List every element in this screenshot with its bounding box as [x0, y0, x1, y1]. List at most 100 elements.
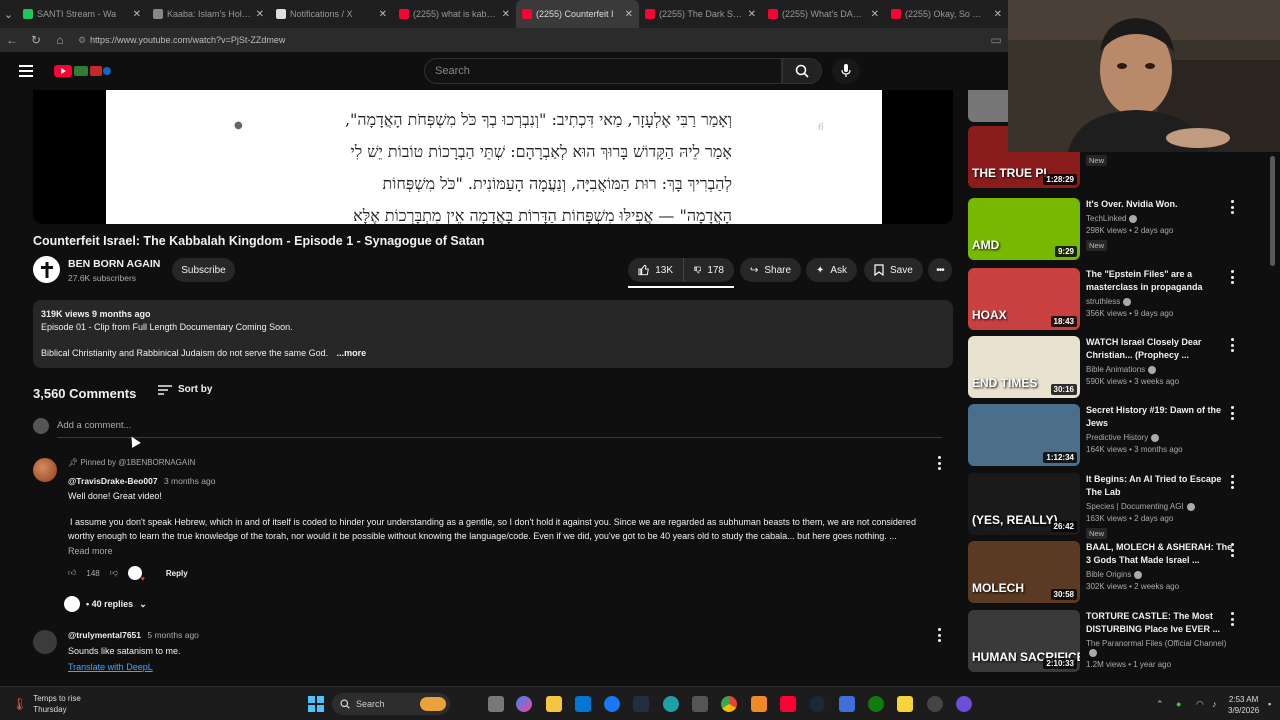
facebook-icon[interactable] — [604, 696, 620, 712]
read-more-link[interactable]: Read more — [68, 546, 113, 556]
video-thumbnail[interactable]: MOLECH 30:58 — [968, 541, 1080, 603]
video-title[interactable]: It's Over. Nvidia Won. — [1086, 198, 1236, 211]
author-handle[interactable]: @trulymental7651 — [68, 630, 141, 640]
channel-name[interactable]: TechLinked — [1086, 214, 1236, 223]
author-handle[interactable]: @TravisDrake-Beo007 — [68, 476, 158, 486]
tab-list-chevron-icon[interactable]: ⌄ — [0, 0, 17, 28]
reply-button[interactable]: Reply — [166, 569, 188, 578]
vlc-icon[interactable] — [751, 696, 767, 712]
taskbar-clock[interactable]: 2:53 AM 3/9/2026 — [1228, 694, 1259, 716]
recommended-video[interactable]: (YES, REALLY) 26:42 It Begins: An AI Tried… — [968, 473, 1268, 539]
video-thumbnail[interactable]: AMD 9:29 — [968, 198, 1080, 260]
recommended-video[interactable]: 1:12:34 Secret History #19: Dawn of the J… — [968, 404, 1268, 468]
tab-close-icon[interactable]: ✕ — [502, 9, 510, 20]
channel-name[interactable]: Predictive History — [1086, 433, 1236, 442]
task-view-icon[interactable] — [488, 696, 504, 712]
calculator-icon[interactable] — [692, 696, 708, 712]
comment-time[interactable]: 5 months ago — [147, 630, 199, 640]
comment-like-icon[interactable]: 👍︎ — [68, 568, 76, 578]
video-menu-button[interactable] — [1230, 338, 1234, 352]
obs-icon[interactable] — [927, 696, 943, 712]
edge-icon[interactable] — [663, 696, 679, 712]
comment-author[interactable]: @TravisDrake-Beo007 3 months ago — [68, 476, 215, 486]
voice-search-button[interactable] — [832, 58, 860, 84]
sort-by-button[interactable]: Sort by — [158, 384, 212, 395]
video-title[interactable]: It Begins: An AI Tried to Escape The Lab — [1086, 473, 1236, 499]
search-button[interactable] — [782, 58, 822, 84]
tab-close-icon[interactable]: ✕ — [748, 9, 756, 20]
browser-tab[interactable]: Notifications / X ✕ — [270, 0, 393, 28]
vpn-icon[interactable] — [839, 696, 855, 712]
steam-icon[interactable] — [809, 696, 825, 712]
tab-close-icon[interactable]: ✕ — [379, 9, 387, 20]
save-button[interactable]: Save — [864, 258, 923, 282]
site-info-icon[interactable]: ⚙ — [78, 35, 86, 46]
subscribe-button[interactable]: Subscribe — [172, 258, 235, 282]
recommended-video[interactable]: HUMAN SACRIFICE 2:10:33 TORTURE CASTLE: Th… — [968, 610, 1268, 674]
tab-close-icon[interactable]: ✕ — [871, 9, 879, 20]
video-menu-button[interactable] — [1230, 612, 1234, 626]
sidebar-scrollbar[interactable] — [1268, 150, 1276, 686]
browser-tab[interactable]: Kaaba: Islam's Holiest S ✕ — [147, 0, 270, 28]
commenter-avatar[interactable] — [33, 458, 57, 482]
url-field[interactable]: ⚙ https://www.youtube.com/watch?v=PjSt-Z… — [78, 31, 976, 49]
comment-menu-button[interactable] — [937, 456, 941, 470]
split-view-icon[interactable]: ▭ — [984, 33, 1008, 47]
tab-close-icon[interactable]: ✕ — [994, 9, 1002, 20]
channel-name[interactable]: struthless — [1086, 297, 1236, 306]
browser-tab[interactable]: (2255) what is kabbalah ✕ — [393, 0, 516, 28]
description-box[interactable]: 319K views 9 months ago Episode 01 - Cli… — [33, 300, 953, 368]
recommended-video[interactable]: HOAX 18:43 The "Epstein Files" are a maste… — [968, 268, 1268, 332]
comment-time[interactable]: 3 months ago — [164, 476, 216, 486]
video-menu-button[interactable] — [1230, 475, 1234, 489]
browser-tab[interactable]: (2255) The Dark Secrets ✕ — [639, 0, 762, 28]
amazon-icon[interactable] — [633, 696, 649, 712]
tray-app-icon[interactable]: ● — [1176, 699, 1181, 709]
browser-tab[interactable]: (2255) Counterfeit I ✕ — [516, 0, 639, 28]
browser-tab[interactable]: (2255) Okay, So What's ✕ — [885, 0, 1008, 28]
youtube-app-icon[interactable] — [780, 696, 796, 712]
video-menu-button[interactable] — [1230, 270, 1234, 284]
recommended-video[interactable]: AMD 9:29 It's Over. Nvidia Won. TechLinked 2… — [968, 198, 1268, 262]
video-thumbnail[interactable]: HUMAN SACRIFICE 2:10:33 — [968, 610, 1080, 672]
commenter-avatar[interactable] — [33, 630, 57, 654]
sticky-notes-icon[interactable] — [897, 696, 913, 712]
windows-start-icon[interactable] — [308, 696, 324, 712]
chrome-icon[interactable] — [721, 696, 737, 712]
like-button[interactable]: 13K — [628, 258, 683, 282]
view-replies-button[interactable]: • 40 replies ⌄ — [64, 596, 147, 612]
video-menu-button[interactable] — [1230, 200, 1234, 214]
tab-close-icon[interactable]: ✕ — [256, 9, 264, 20]
copilot-icon[interactable] — [516, 696, 532, 712]
video-title[interactable]: The "Epstein Files" are a masterclass in… — [1086, 268, 1236, 294]
more-actions-button[interactable]: ••• — [928, 258, 952, 282]
video-thumbnail[interactable]: HOAX 18:43 — [968, 268, 1080, 330]
comment-menu-button[interactable] — [937, 628, 941, 642]
channel-name[interactable]: Species | Documenting AGI — [1086, 502, 1236, 511]
wifi-icon[interactable]: ◠ — [1196, 699, 1204, 710]
video-player[interactable]: וְאָמַר רַבִּי אֶלְעָזָר, מַאי דִּכְתִיב… — [33, 90, 953, 224]
video-title[interactable]: TORTURE CASTLE: The Most DISTURBING Plac… — [1086, 610, 1236, 636]
browser-tab[interactable]: (2255) What's DANGER ✕ — [762, 0, 885, 28]
tab-close-icon[interactable]: ✕ — [625, 9, 633, 20]
channel-name[interactable]: Bible Animations — [1086, 365, 1236, 374]
channel-name[interactable]: Bible Origins — [1086, 570, 1236, 579]
add-comment-input[interactable]: Add a comment... — [57, 420, 942, 438]
video-title[interactable]: Secret History #19: Dawn of the Jews — [1086, 404, 1236, 430]
xbox-icon[interactable] — [868, 696, 884, 712]
video-thumbnail[interactable]: 1:12:34 — [968, 404, 1080, 466]
back-arrow-icon[interactable]: ← — [0, 33, 24, 47]
comment-author[interactable]: @trulymental7651 5 months ago — [68, 630, 199, 640]
youtube-logo[interactable] — [54, 63, 114, 79]
notification-icon[interactable]: ▪ — [1268, 699, 1271, 709]
video-title[interactable]: WATCH Israel Closely Dear Christian... (… — [1086, 336, 1236, 362]
translate-deepl-link[interactable]: Translate with DeepL — [68, 662, 153, 672]
ask-button[interactable]: ✦ Ask — [806, 258, 858, 282]
comment-dislike-icon[interactable]: 👎︎ — [110, 568, 118, 578]
home-icon[interactable]: ⌂ — [48, 33, 72, 47]
volume-icon[interactable]: ♪ — [1212, 699, 1217, 709]
taskbar-search[interactable]: Search — [332, 693, 450, 715]
search-input[interactable]: Search — [424, 58, 782, 84]
scrollbar-thumb[interactable] — [1270, 156, 1275, 266]
file-explorer-icon[interactable] — [546, 696, 562, 712]
